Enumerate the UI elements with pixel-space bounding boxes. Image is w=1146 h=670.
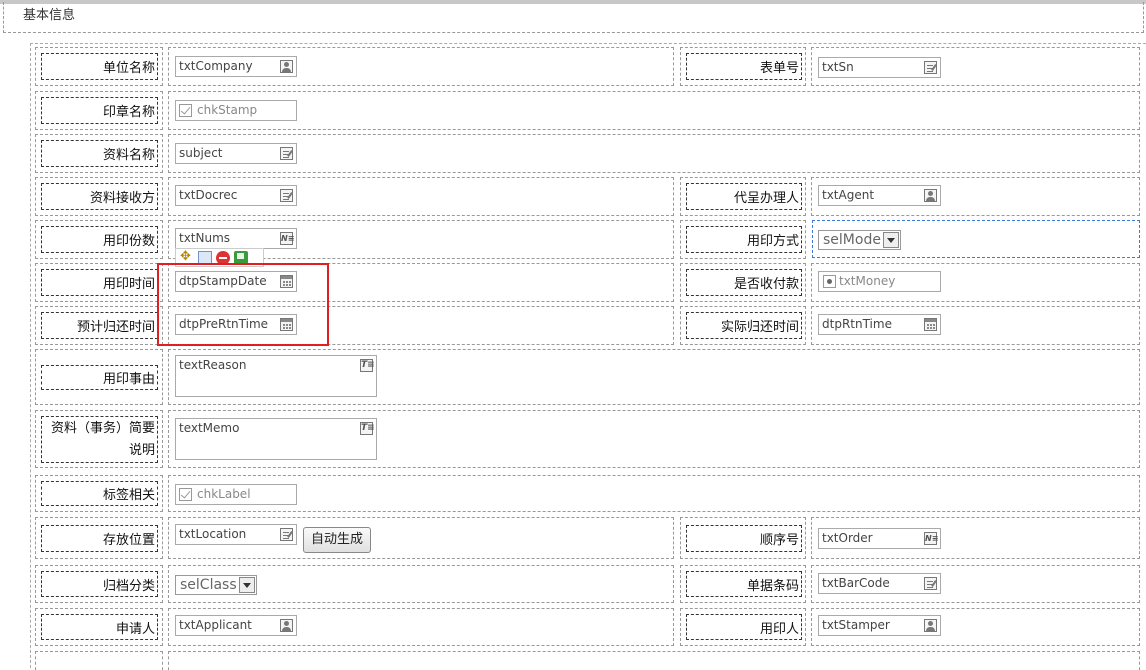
label-label: 标签相关 — [41, 481, 158, 506]
label-mode: 用印方式 — [686, 226, 802, 253]
label-stamp: 印章名称 — [41, 97, 158, 124]
section-title: 基本信息 — [23, 8, 76, 23]
txtSn-field[interactable]: txtSn — [818, 57, 941, 78]
subject-field[interactable]: subject — [175, 143, 297, 164]
textReason-textarea[interactable]: textReason T≡ — [175, 355, 377, 397]
auto-generate-button[interactable]: 自动生成 — [303, 527, 371, 553]
txtNums-field[interactable]: txtNums N≡ — [175, 228, 297, 249]
label-company: 单位名称 — [41, 53, 158, 80]
txtDocrec-field[interactable]: txtDocrec — [175, 185, 297, 206]
text-icon[interactable]: T≡ — [360, 359, 375, 372]
edit-icon[interactable] — [924, 577, 937, 590]
txtBarCode-field[interactable]: txtBarCode — [818, 573, 941, 594]
txtLocation-field[interactable]: txtLocation — [175, 524, 297, 545]
label-order: 顺序号 — [686, 525, 802, 552]
chkLabel-checkbox[interactable]: chkLabel — [175, 484, 297, 505]
textMemo-textarea[interactable]: textMemo T≡ — [175, 418, 377, 460]
chevron-down-icon[interactable] — [883, 232, 899, 248]
edit-icon[interactable] — [280, 147, 293, 160]
number-icon[interactable]: N≡ — [280, 232, 294, 245]
txtOrder-field[interactable]: txtOrder N≡ — [818, 528, 941, 549]
value-cell — [168, 475, 1140, 512]
person-icon[interactable] — [280, 60, 293, 73]
label-barcode: 单据条码 — [686, 571, 802, 597]
label-location: 存放位置 — [41, 525, 158, 552]
txtStamper-field[interactable]: txtStamper — [818, 615, 941, 636]
checkbox-icon[interactable] — [179, 104, 192, 117]
label-memo-line2: 说明 — [128, 442, 155, 458]
label-sn: 表单号 — [686, 53, 802, 80]
radio-icon[interactable] — [823, 275, 836, 288]
label-nums: 用印份数 — [41, 226, 158, 253]
label-stamp-date: 用印时间 — [41, 269, 158, 296]
txtCompany-field[interactable]: txtCompany — [175, 56, 297, 77]
label-cell — [35, 651, 163, 670]
calendar-icon[interactable] — [924, 318, 937, 331]
label-applicant: 申请人 — [41, 614, 158, 640]
label-class: 归档分类 — [41, 571, 158, 597]
text-icon[interactable]: T≡ — [360, 422, 375, 435]
label-docrec: 资料接收方 — [41, 183, 158, 210]
dtpRtnTime-field[interactable]: dtpRtnTime — [818, 314, 941, 335]
number-icon[interactable]: N≡ — [924, 532, 938, 545]
checkbox-icon[interactable] — [179, 488, 192, 501]
label-subject: 资料名称 — [41, 140, 158, 167]
label-actual-return: 实际归还时间 — [686, 312, 802, 339]
txtMoney-radio[interactable]: txtMoney — [818, 271, 941, 292]
txtApplicant-field[interactable]: txtApplicant — [175, 615, 297, 636]
label-pre-return: 预计归还时间 — [41, 312, 158, 339]
edit-icon[interactable] — [924, 61, 937, 74]
section-header: 基本信息 — [3, 2, 1144, 33]
txtAgent-field[interactable]: txtAgent — [818, 185, 941, 206]
edit-icon[interactable] — [280, 528, 293, 541]
selMode-select[interactable]: selMode — [818, 230, 901, 250]
label-stamper: 用印人 — [686, 614, 802, 640]
label-memo-line1: 资料（事务）简要 — [50, 420, 155, 436]
label-memo: 资料（事务）简要 说明 — [41, 416, 158, 463]
value-cell — [168, 91, 1140, 130]
edit-icon[interactable] — [280, 189, 293, 202]
highlight-box — [157, 263, 329, 346]
person-icon[interactable] — [280, 619, 293, 632]
label-agent: 代呈办理人 — [686, 183, 802, 210]
chkStamp-checkbox[interactable]: chkStamp — [175, 100, 297, 121]
chevron-down-icon[interactable] — [239, 577, 255, 593]
person-icon[interactable] — [924, 619, 937, 632]
value-cell — [168, 134, 1140, 173]
selClass-select[interactable]: selClass — [175, 575, 257, 595]
label-reason: 用印事由 — [41, 365, 158, 390]
value-cell — [168, 651, 1140, 670]
person-icon[interactable] — [924, 189, 937, 202]
label-money: 是否收付款 — [686, 269, 802, 296]
